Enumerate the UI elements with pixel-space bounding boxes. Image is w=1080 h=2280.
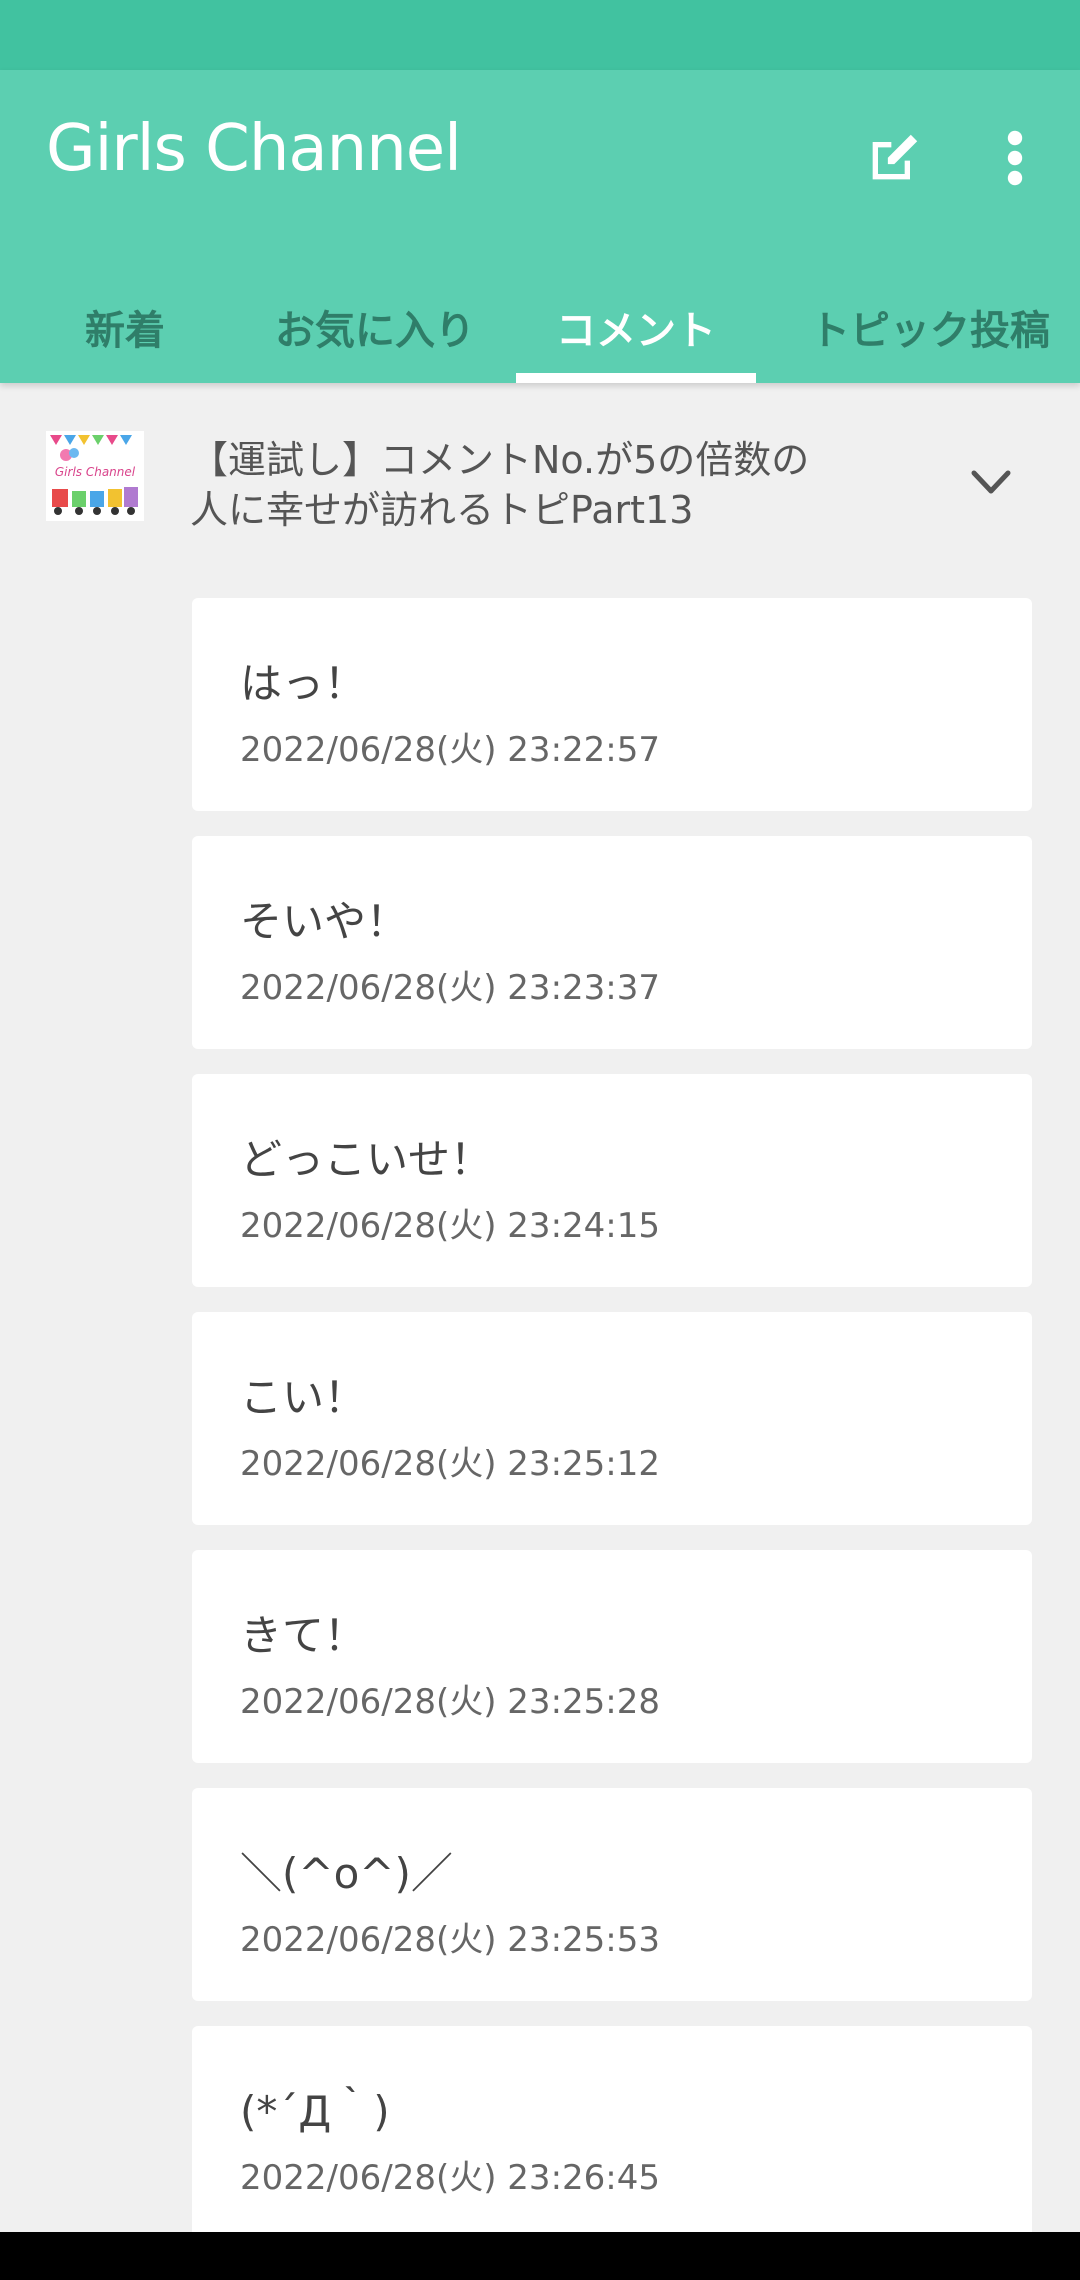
comment-timestamp: 2022/06/28(火) 23:24:15 [240, 1206, 661, 1246]
edit-icon [872, 134, 918, 180]
comment-timestamp: 2022/06/28(火) 23:23:37 [240, 968, 661, 1008]
comment-timestamp: 2022/06/28(火) 23:25:12 [240, 1444, 661, 1484]
topic-header[interactable]: Girls Channel 【運試し】コメントNo.が5の倍数の 人に幸せが訪れ… [0, 383, 1080, 573]
comment-timestamp: 2022/06/28(火) 23:22:57 [240, 730, 661, 770]
comment-card[interactable]: ＼(^o^)／ 2022/06/28(火) 23:25:53 [192, 1788, 1032, 2001]
topic-thumbnail: Girls Channel [46, 431, 144, 521]
comment-card[interactable]: そいや！ 2022/06/28(火) 23:23:37 [192, 836, 1032, 1049]
comment-text: はっ！ [240, 659, 367, 708]
comment-timestamp: 2022/06/28(火) 23:26:45 [240, 2158, 661, 2198]
app-title: Girls Channel [46, 112, 462, 186]
edit-button[interactable] [856, 120, 932, 196]
tab-active-indicator [516, 373, 756, 383]
comment-card[interactable]: きて！ 2022/06/28(火) 23:25:28 [192, 1550, 1032, 1763]
system-navigation-bar [0, 2232, 1080, 2280]
tab-bar: 新着 お気に入り コメント トピック投稿 [0, 270, 1080, 383]
comment-card[interactable]: はっ！ 2022/06/28(火) 23:22:57 [192, 598, 1032, 811]
comment-text: きて！ [240, 1611, 367, 1660]
tab-post-topic[interactable]: トピック投稿 [780, 270, 1080, 383]
more-options-button[interactable] [990, 120, 1040, 196]
tab-new[interactable]: 新着 [0, 270, 250, 383]
thumbnail-logo-text: Girls Channel [55, 465, 136, 479]
tab-label: コメント [556, 307, 716, 354]
tab-comments[interactable]: コメント [516, 270, 756, 383]
comment-text: どっこいせ！ [240, 1135, 493, 1184]
app-bar: Girls Channel 新着 お気に入り コメント トピック投稿 [0, 70, 1080, 383]
tab-label: 新着 [85, 307, 165, 354]
tab-label: トピック投稿 [810, 307, 1050, 354]
chevron-down-icon[interactable] [966, 463, 1016, 503]
comment-text: ＼(^o^)／ [240, 1849, 453, 1898]
topic-title: 【運試し】コメントNo.が5の倍数の 人に幸せが訪れるトピPart13 [190, 435, 900, 535]
tab-favorites[interactable]: お気に入り [250, 270, 500, 383]
more-vert-icon [1007, 130, 1023, 186]
comment-timestamp: 2022/06/28(火) 23:25:28 [240, 1682, 661, 1722]
comment-text: (*´Д｀) [240, 2087, 390, 2136]
comment-card[interactable]: こい！ 2022/06/28(火) 23:25:12 [192, 1312, 1032, 1525]
status-bar [0, 0, 1080, 70]
comment-timestamp: 2022/06/28(火) 23:25:53 [240, 1920, 661, 1960]
comment-list: はっ！ 2022/06/28(火) 23:22:57 そいや！ 2022/06/… [192, 598, 1032, 2264]
tab-label: お気に入り [275, 307, 475, 354]
comment-card[interactable]: どっこいせ！ 2022/06/28(火) 23:24:15 [192, 1074, 1032, 1287]
comment-text: こい！ [240, 1373, 367, 1422]
comment-text: そいや！ [240, 897, 409, 946]
comment-card[interactable]: (*´Д｀) 2022/06/28(火) 23:26:45 [192, 2026, 1032, 2239]
topic-title-line: 人に幸せが訪れるトピPart13 [190, 488, 694, 532]
topic-title-line: 【運試し】コメントNo.が5の倍数の [190, 438, 810, 482]
